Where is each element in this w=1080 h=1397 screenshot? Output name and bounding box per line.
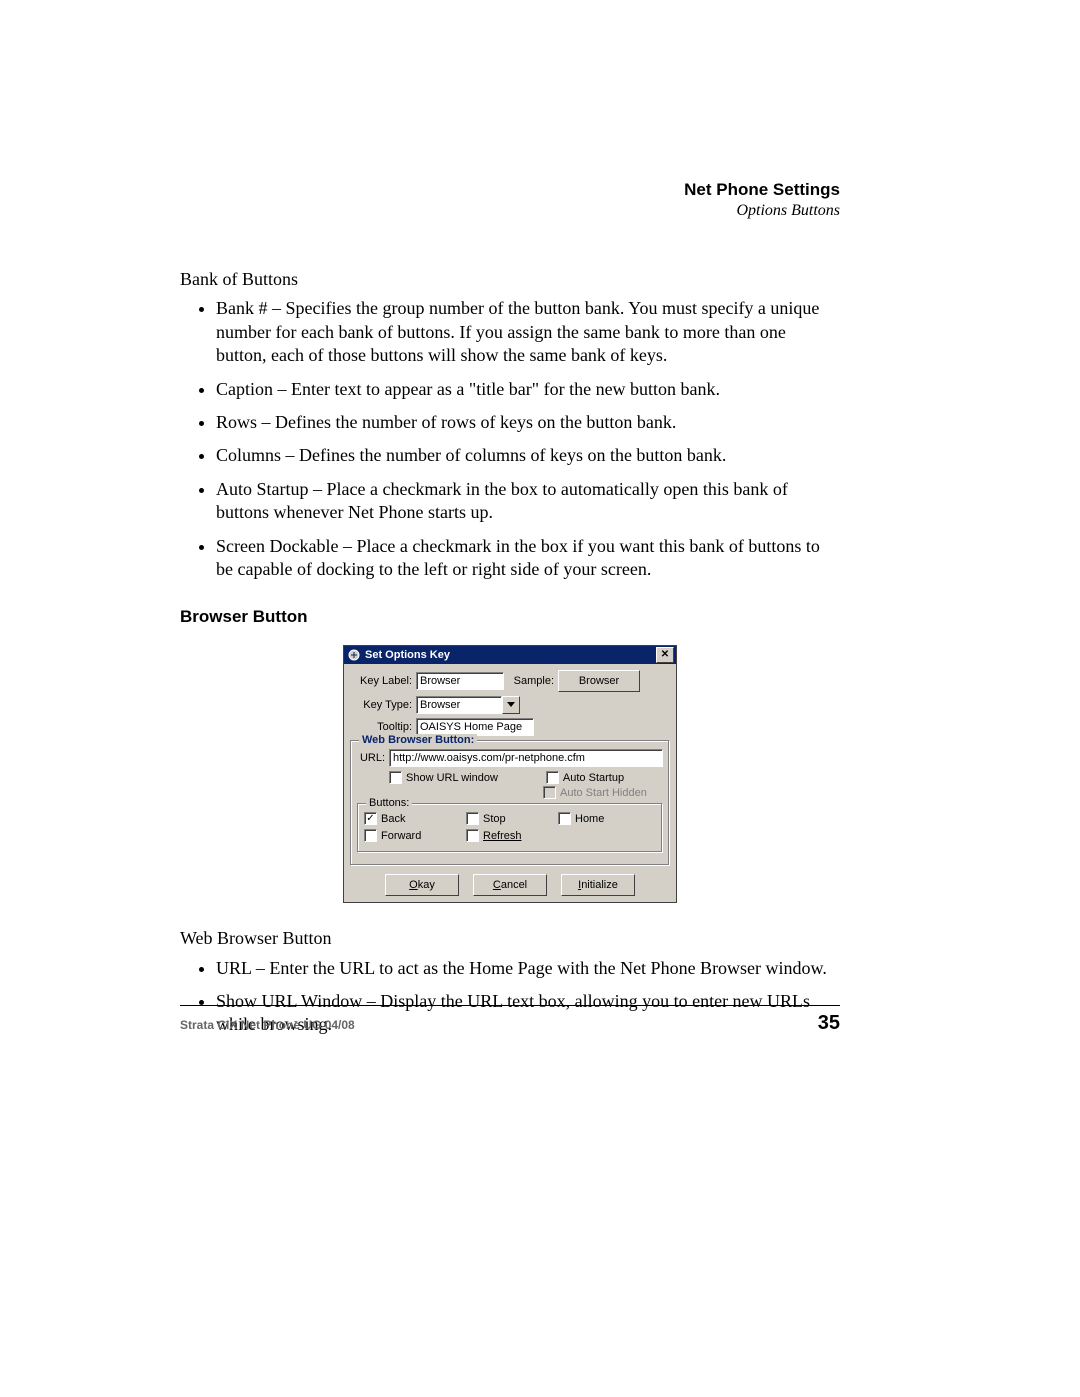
keytype-combo[interactable]: Browser bbox=[416, 696, 520, 714]
row-opts1: Show URL window Auto Startup bbox=[357, 771, 663, 784]
auto-start-hidden-label: Auto Start Hidden bbox=[560, 787, 647, 799]
app-icon bbox=[347, 648, 361, 662]
web-browser-group: Web Browser Button: URL: http://www.oais… bbox=[350, 740, 670, 866]
dialog-wrapper: Set Options Key ✕ Key Label: Browser Sam… bbox=[180, 645, 840, 903]
group-legend: Web Browser Button: bbox=[359, 734, 477, 746]
page-header: Net Phone Settings Options Buttons bbox=[180, 180, 840, 220]
auto-startup-checkbox[interactable]: Auto Startup bbox=[546, 771, 624, 784]
home-label: Home bbox=[575, 813, 604, 825]
checkbox-icon bbox=[543, 786, 556, 799]
close-icon: ✕ bbox=[661, 646, 669, 664]
sample-label: Sample: bbox=[504, 675, 558, 687]
auto-start-hidden-checkbox: Auto Start Hidden bbox=[543, 786, 647, 799]
checkbox-icon bbox=[558, 812, 571, 825]
list-item: Rows – Defines the number of rows of key… bbox=[216, 411, 840, 434]
dialog-title: Set Options Key bbox=[365, 646, 654, 664]
row-keylabel: Key Label: Browser Sample: Browser bbox=[350, 670, 670, 692]
row-keytype: Key Type: Browser bbox=[350, 696, 670, 714]
row-url: URL: http://www.oaisys.com/pr-netphone.c… bbox=[357, 749, 663, 767]
keytype-label: Key Type: bbox=[350, 699, 416, 711]
buttons-legend: Buttons: bbox=[366, 797, 412, 809]
refresh-label: Refresh bbox=[483, 830, 522, 842]
url-input[interactable]: http://www.oaisys.com/pr-netphone.cfm bbox=[389, 749, 663, 767]
keytype-value: Browser bbox=[416, 696, 502, 714]
set-options-dialog: Set Options Key ✕ Key Label: Browser Sam… bbox=[343, 645, 677, 903]
stop-checkbox[interactable]: Stop bbox=[466, 812, 546, 825]
close-button[interactable]: ✕ bbox=[656, 647, 674, 663]
header-subtitle: Options Buttons bbox=[180, 202, 840, 220]
header-title: Net Phone Settings bbox=[180, 180, 840, 200]
checkbox-icon bbox=[364, 829, 377, 842]
keylabel-label: Key Label: bbox=[350, 675, 416, 687]
buttons-subgroup: Buttons: ✓ Back Stop bbox=[357, 803, 663, 853]
dialog-body: Key Label: Browser Sample: Browser Key T… bbox=[344, 664, 676, 902]
forward-checkbox[interactable]: Forward bbox=[364, 829, 454, 842]
dialog-titlebar[interactable]: Set Options Key ✕ bbox=[344, 646, 676, 664]
initialize-button[interactable]: Initialize bbox=[561, 874, 635, 896]
tooltip-label: Tooltip: bbox=[350, 721, 416, 733]
list-item: URL – Enter the URL to act as the Home P… bbox=[216, 957, 840, 980]
chevron-down-icon[interactable] bbox=[502, 696, 520, 714]
checkbox-icon: ✓ bbox=[364, 812, 377, 825]
list-item: Columns – Defines the number of columns … bbox=[216, 444, 840, 467]
section-bank-of-buttons: Bank of Buttons Bank # – Specifies the g… bbox=[180, 268, 840, 581]
stop-label: Stop bbox=[483, 813, 506, 825]
cancel-button[interactable]: Cancel bbox=[473, 874, 547, 896]
keylabel-input[interactable]: Browser bbox=[416, 672, 504, 690]
checkbox-icon bbox=[546, 771, 559, 784]
row-btn1: ✓ Back Stop Home bbox=[364, 812, 656, 825]
refresh-checkbox[interactable]: Refresh bbox=[466, 829, 522, 842]
back-checkbox[interactable]: ✓ Back bbox=[364, 812, 454, 825]
dialog-button-row: Okay Cancel Initialize bbox=[350, 874, 670, 896]
show-url-label: Show URL window bbox=[406, 772, 498, 784]
checkbox-icon bbox=[466, 812, 479, 825]
auto-startup-label: Auto Startup bbox=[563, 772, 624, 784]
footer-left: Strata CIX Net Phone UG 04/08 bbox=[180, 1018, 355, 1032]
list-item: Bank # – Specifies the group number of t… bbox=[216, 297, 840, 367]
forward-label: Forward bbox=[381, 830, 421, 842]
page-content: Net Phone Settings Options Buttons Bank … bbox=[180, 180, 840, 1047]
list-item: Screen Dockable – Place a checkmark in t… bbox=[216, 535, 840, 582]
list-item: Caption – Enter text to appear as a "tit… bbox=[216, 378, 840, 401]
okay-button[interactable]: Okay bbox=[385, 874, 459, 896]
page-footer: Strata CIX Net Phone UG 04/08 35 bbox=[180, 1005, 840, 1035]
show-url-checkbox[interactable]: Show URL window bbox=[389, 771, 498, 784]
home-checkbox[interactable]: Home bbox=[558, 812, 604, 825]
row-btn2: Forward Refresh bbox=[364, 829, 656, 842]
url-label: URL: bbox=[357, 752, 389, 764]
section3-heading: Web Browser Button bbox=[180, 927, 840, 950]
checkbox-icon bbox=[466, 829, 479, 842]
checkbox-icon bbox=[389, 771, 402, 784]
section1-bullets: Bank # – Specifies the group number of t… bbox=[180, 297, 840, 581]
list-item: Auto Startup – Place a checkmark in the … bbox=[216, 478, 840, 525]
section1-heading: Bank of Buttons bbox=[180, 268, 840, 291]
back-label: Back bbox=[381, 813, 405, 825]
sample-button[interactable]: Browser bbox=[558, 670, 640, 692]
page-number: 35 bbox=[818, 1012, 840, 1035]
section2-heading: Browser Button bbox=[180, 607, 840, 627]
